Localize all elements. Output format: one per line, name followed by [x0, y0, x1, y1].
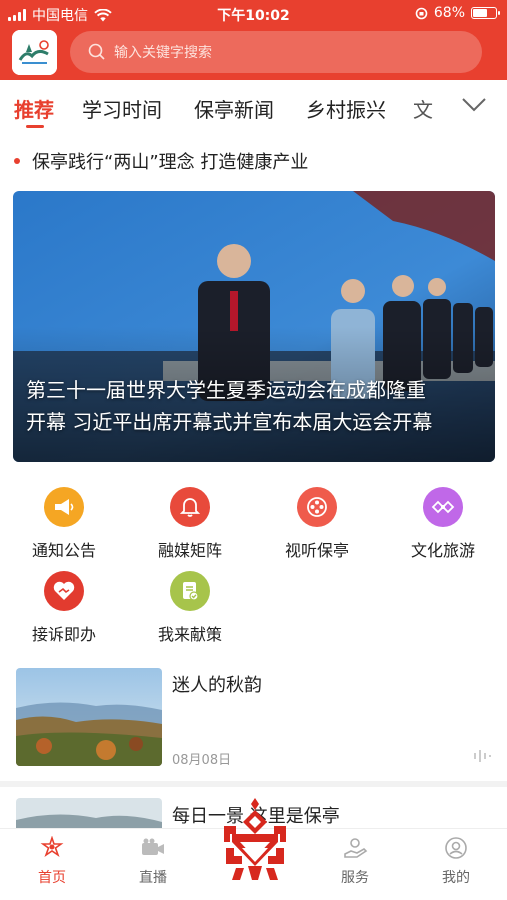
- bell-icon: [170, 487, 210, 527]
- news-thumbnail: [16, 668, 162, 766]
- quick-link-label: 我来献策: [157, 625, 222, 644]
- section-divider: [0, 781, 507, 787]
- quick-link-complaints[interactable]: 接诉即办: [9, 571, 119, 645]
- search-bar[interactable]: 输入关键字搜索: [70, 31, 482, 73]
- news-title: 迷人的秋韵: [172, 675, 262, 696]
- nav-live-label: 直播: [139, 870, 167, 886]
- heart-handshake-icon: [44, 571, 84, 611]
- quick-link-media-matrix[interactable]: 融媒矩阵: [135, 487, 245, 561]
- tabs-fade: [430, 90, 460, 126]
- tab-recommended[interactable]: 推荐: [14, 94, 54, 123]
- nav-live[interactable]: 直播: [113, 835, 193, 887]
- film-reel-icon: [297, 487, 337, 527]
- news-date: 08月08日: [172, 753, 232, 768]
- quick-link-suggestions[interactable]: 我来献策: [135, 571, 245, 645]
- search-icon: [88, 43, 105, 60]
- tab-baoting-news[interactable]: 保亭新闻: [194, 94, 274, 123]
- app-logo-icon: [12, 30, 57, 75]
- search-placeholder: 输入关键字搜索: [114, 45, 212, 61]
- quick-link-label: 接诉即办: [31, 625, 96, 644]
- nav-services[interactable]: 服务: [315, 835, 395, 887]
- chevron-down-icon[interactable]: [460, 92, 488, 116]
- audio-wave-icon[interactable]: [472, 748, 492, 764]
- orientation-lock-icon: [415, 7, 428, 19]
- quick-link-label: 文化旅游: [410, 541, 475, 560]
- document-check-icon: [170, 571, 210, 611]
- nav-services-label: 服务: [341, 870, 369, 886]
- user-icon: [445, 837, 467, 859]
- hero-caption: 第三十一届世界大学生夏季运动会在成都隆重 开幕 习近平出席开幕式并宣布本届大运会…: [26, 374, 483, 438]
- home-emblem-icon: [40, 836, 64, 858]
- headline-dot: [14, 158, 20, 164]
- app-logo[interactable]: [12, 30, 57, 75]
- quick-link-label: 视听保亭: [284, 541, 349, 560]
- quick-link-culture-tourism[interactable]: 文化旅游: [388, 487, 498, 561]
- top-bar: 中国电信 下午10:02 68% 输入关键字搜索: [0, 0, 507, 80]
- nav-home[interactable]: 首页: [12, 835, 92, 887]
- quick-link-notices[interactable]: 通知公告: [9, 487, 119, 561]
- battery-level: [473, 9, 487, 17]
- service-icon: [344, 838, 368, 858]
- status-bar: 中国电信 下午10:02 68%: [0, 0, 507, 28]
- nav-profile-label: 我的: [442, 870, 470, 886]
- video-camera-icon: [142, 838, 164, 855]
- culture-pattern-icon: [423, 487, 463, 527]
- headline-ticker[interactable]: 保亭践行“两山”理念 打造健康产业: [14, 148, 308, 174]
- megaphone-icon: [44, 487, 84, 527]
- quick-link-audio-video[interactable]: 视听保亭: [262, 487, 372, 561]
- hero-caption-line-2: 开幕 习近平出席开幕式并宣布本届大运会开幕: [26, 410, 433, 434]
- quick-link-label: 通知公告: [31, 541, 96, 560]
- tab-rural-revitalization[interactable]: 乡村振兴: [306, 94, 386, 123]
- battery-icon: [471, 7, 500, 19]
- headline-text: 保亭践行“两山”理念 打造健康产业: [32, 152, 309, 173]
- nav-home-label: 首页: [38, 870, 66, 886]
- active-tab-indicator: [26, 125, 44, 128]
- center-emblem-icon[interactable]: [212, 796, 298, 882]
- hero-caption-line-1: 第三十一届世界大学生夏季运动会在成都隆重: [26, 378, 426, 402]
- quick-link-label: 融媒矩阵: [157, 541, 222, 560]
- tab-study-time[interactable]: 学习时间: [82, 94, 162, 123]
- nav-profile[interactable]: 我的: [416, 835, 496, 887]
- hero-banner[interactable]: 第三十一届世界大学生夏季运动会在成都隆重 开幕 习近平出席开幕式并宣布本届大运会…: [13, 191, 495, 462]
- battery-percent: 68%: [433, 5, 465, 21]
